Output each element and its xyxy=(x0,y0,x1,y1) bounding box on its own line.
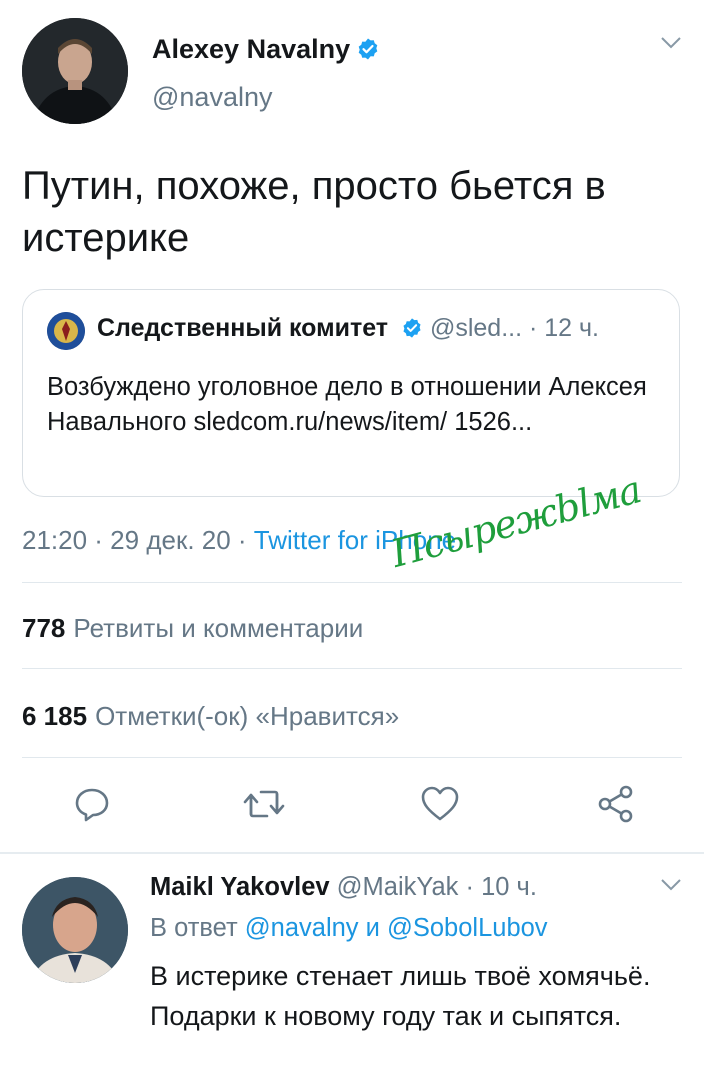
quoted-tweet-text: Возбуждено уголовное дело в отношении Ал… xyxy=(47,373,647,436)
reply-text: В истерике стенает лишь твоё хомячьё. По… xyxy=(150,961,651,1031)
like-icon[interactable] xyxy=(416,780,464,828)
retweets-stat[interactable]: 778 Ретвиты и комментарии xyxy=(22,613,363,644)
verified-badge-icon xyxy=(401,317,423,346)
tweet-text: Путин, похоже, просто бьется в истерике xyxy=(22,164,606,260)
quoted-author-name: Следственный комитет xyxy=(97,314,389,342)
likes-label: Отметки(-ок) «Нравится» xyxy=(95,701,400,731)
likes-count: 6 185 xyxy=(22,701,88,731)
reply-icon[interactable] xyxy=(68,780,116,828)
likes-stat[interactable]: 6 185 Отметки(-ок) «Нравится» xyxy=(22,701,399,732)
retweets-count: 778 xyxy=(22,613,66,643)
author-name-text: Alexey Navalny xyxy=(152,34,351,64)
thread-separator xyxy=(0,852,704,854)
share-icon[interactable] xyxy=(592,780,640,828)
author-handle[interactable]: @navalny xyxy=(152,82,272,113)
reply-author-name[interactable]: Maikl Yakovlev xyxy=(150,873,330,901)
quoted-author-avatar xyxy=(47,312,85,350)
mention-link[interactable]: @SobolLubov xyxy=(387,914,548,942)
author-name[interactable]: Alexey Navalny xyxy=(152,34,380,68)
mention-conjunction: и xyxy=(358,914,387,942)
quoted-tweet-card[interactable]: Следственный комитет @sled... · 12 ч. Во… xyxy=(22,289,680,497)
chevron-down-icon[interactable] xyxy=(660,878,682,897)
author-avatar[interactable] xyxy=(22,18,128,124)
divider xyxy=(22,668,682,669)
replying-prefix: В ответ xyxy=(150,914,245,942)
timestamp-text: 21:20 · 29 дек. 20 · xyxy=(22,525,254,555)
divider xyxy=(22,582,682,583)
retweet-icon[interactable] xyxy=(240,780,288,828)
quoted-tweet-header: Следственный комитет @sled... · 12 ч. xyxy=(97,314,599,346)
quoted-tweet-meta: @sled... · 12 ч. xyxy=(423,314,599,342)
verified-badge-icon xyxy=(356,37,380,68)
reply-header: Maikl Yakovlev @MaikYak · 10 ч. xyxy=(150,873,537,902)
replying-to: В ответ @navalny и @SobolLubov xyxy=(150,914,548,943)
chevron-down-icon[interactable] xyxy=(660,36,682,55)
reply-meta: @MaikYak · 10 ч. xyxy=(329,873,537,901)
divider xyxy=(22,757,682,758)
reply-author-avatar[interactable] xyxy=(22,877,128,983)
retweets-label: Ретвиты и комментарии xyxy=(73,613,364,643)
mention-link[interactable]: @navalny xyxy=(245,914,359,942)
